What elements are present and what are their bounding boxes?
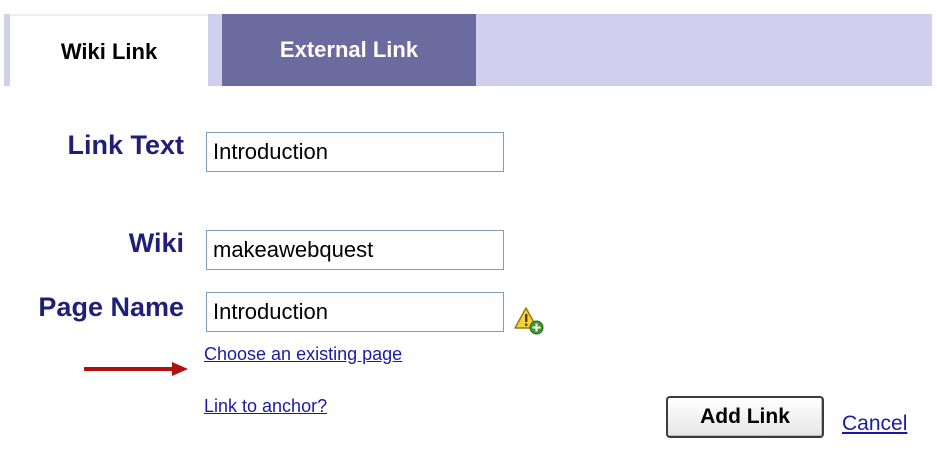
page-name-input[interactable] (206, 292, 504, 332)
tab-wiki-link[interactable]: Wiki Link (10, 14, 208, 88)
link-dialog: Wiki Link External Link Link Text Wiki P… (4, 4, 932, 454)
wiki-label: Wiki (128, 228, 184, 258)
page-name-label: Page Name (38, 292, 184, 322)
tab-external-link[interactable]: External Link (222, 14, 476, 86)
tab-bar: Wiki Link External Link (4, 14, 932, 88)
cancel-link[interactable]: Cancel (842, 412, 907, 436)
link-text-label: Link Text (67, 130, 184, 160)
link-text-input[interactable] (206, 132, 504, 172)
add-link-button[interactable]: Add Link (666, 396, 824, 438)
link-to-anchor-link[interactable]: Link to anchor? (204, 396, 327, 417)
choose-existing-page-link[interactable]: Choose an existing page (204, 344, 402, 365)
annotation-arrow (84, 362, 188, 376)
wiki-input[interactable] (206, 230, 504, 270)
warning-add-icon[interactable] (514, 306, 546, 336)
